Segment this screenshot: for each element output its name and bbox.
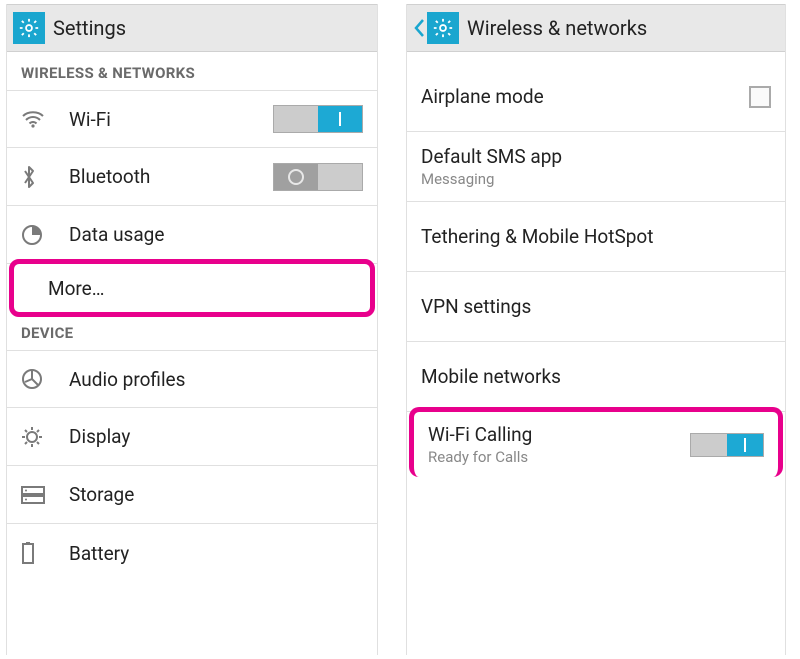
wifi-calling-row[interactable]: Wi-Fi Calling Ready for Calls: [409, 407, 783, 477]
audio-profiles-icon: [21, 368, 55, 390]
more-row[interactable]: More…: [9, 259, 375, 317]
more-label: More…: [48, 277, 356, 300]
wifi-icon: [21, 109, 55, 129]
wireless-list: Airplane mode Default SMS app Messaging …: [407, 52, 785, 472]
storage-label: Storage: [69, 483, 363, 506]
section-wireless-networks: WIRELESS & NETWORKS: [7, 52, 377, 90]
gear-icon: [427, 12, 459, 44]
page-title: Settings: [53, 16, 126, 40]
tethering-row[interactable]: Tethering & Mobile HotSpot: [407, 202, 785, 272]
battery-icon: [21, 541, 55, 565]
audio-profiles-label: Audio profiles: [69, 368, 363, 391]
header: Wireless & networks: [407, 4, 785, 52]
wifi-calling-label: Wi-Fi Calling: [428, 423, 690, 446]
battery-label: Battery: [69, 542, 363, 565]
bluetooth-row[interactable]: Bluetooth: [7, 148, 377, 206]
default-sms-label: Default SMS app: [421, 145, 771, 168]
storage-icon: [21, 486, 55, 504]
data-usage-row[interactable]: Data usage: [7, 206, 377, 264]
wireless-networks-screen: Wireless & networks Airplane mode Defaul…: [406, 4, 786, 655]
audio-profiles-row[interactable]: Audio profiles: [7, 350, 377, 408]
header: Settings: [7, 4, 377, 52]
tethering-label: Tethering & Mobile HotSpot: [421, 225, 771, 248]
wifi-label: Wi-Fi: [69, 108, 273, 131]
data-usage-icon: [21, 224, 55, 246]
mobile-networks-row[interactable]: Mobile networks: [407, 342, 785, 412]
settings-list: WIRELESS & NETWORKS Wi-Fi Blu: [7, 52, 377, 582]
display-row[interactable]: Display: [7, 408, 377, 466]
display-icon: [21, 426, 55, 448]
bluetooth-label: Bluetooth: [69, 165, 273, 188]
storage-row[interactable]: Storage: [7, 466, 377, 524]
bluetooth-icon: [21, 165, 55, 189]
default-sms-row[interactable]: Default SMS app Messaging: [407, 132, 785, 202]
vpn-row[interactable]: VPN settings: [407, 272, 785, 342]
airplane-mode-label: Airplane mode: [421, 85, 749, 108]
battery-row[interactable]: Battery: [7, 524, 377, 582]
wifi-toggle[interactable]: [273, 105, 363, 133]
data-usage-label: Data usage: [69, 223, 363, 246]
gear-icon: [13, 12, 45, 44]
wifi-calling-sub: Ready for Calls: [428, 448, 690, 466]
wifi-row[interactable]: Wi-Fi: [7, 90, 377, 148]
section-device: DEVICE: [7, 312, 377, 350]
display-label: Display: [69, 425, 363, 448]
page-title: Wireless & networks: [467, 16, 647, 40]
mobile-networks-label: Mobile networks: [421, 365, 771, 388]
wifi-calling-toggle[interactable]: [690, 433, 764, 457]
settings-screen: Settings WIRELESS & NETWORKS Wi-Fi: [6, 4, 378, 655]
bluetooth-toggle[interactable]: [273, 163, 363, 191]
default-sms-sub: Messaging: [421, 170, 771, 188]
vpn-label: VPN settings: [421, 295, 771, 318]
back-icon[interactable]: [413, 18, 425, 38]
airplane-mode-checkbox[interactable]: [749, 86, 771, 108]
airplane-mode-row[interactable]: Airplane mode: [407, 62, 785, 132]
